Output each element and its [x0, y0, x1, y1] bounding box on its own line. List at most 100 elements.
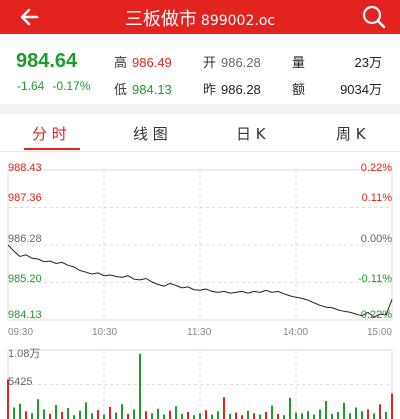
- volume-bar: [187, 412, 189, 419]
- volume-bar: [217, 411, 219, 419]
- price-tick: 984.13: [8, 309, 42, 321]
- time-tick: 10:30: [92, 327, 118, 338]
- volume-bar: [115, 412, 117, 419]
- volume-bar: [145, 411, 147, 419]
- price-change: -1.64 -0.17%: [17, 79, 90, 93]
- volume-bar: [25, 411, 27, 419]
- low-value: 984.13: [132, 82, 172, 97]
- volume-bar: [31, 413, 33, 419]
- index-name: 三板做市: [124, 9, 197, 30]
- volume-bar: [91, 413, 93, 419]
- volume-bar: [109, 406, 111, 419]
- index-code: 899002.oc: [200, 13, 276, 29]
- volume-bar: [157, 408, 159, 419]
- quote-panel: 984.64 -1.64 -0.17% 高 986.49 低 984.13 开 986.…: [0, 34, 400, 104]
- volume-bar: [223, 397, 225, 419]
- volume-bar: [133, 409, 135, 419]
- volume-bar: [367, 409, 369, 419]
- price-tick: 987.36: [8, 192, 42, 204]
- volume-bar: [391, 393, 393, 419]
- amount-value-cell: 9034万: [340, 79, 382, 98]
- volume-bar: [235, 412, 237, 419]
- high-value: 986.49: [132, 55, 172, 70]
- volume-bar: [355, 407, 357, 419]
- time-tick: 09:30: [8, 327, 34, 338]
- active-tab-indicator: [24, 148, 80, 150]
- volume-bar: [205, 410, 207, 419]
- pct-tick: 0.11%: [361, 192, 392, 204]
- prev-close-label: 昨: [203, 82, 217, 97]
- volume-bar: [103, 414, 105, 419]
- open-label: 开: [203, 55, 217, 70]
- page-title: 三板做市 899002.oc: [0, 5, 400, 31]
- current-price: 984.64: [16, 50, 78, 72]
- volume-bar: [265, 412, 267, 419]
- tab-line[interactable]: 线 图: [133, 123, 168, 144]
- chart-tabs: 分 时 线 图 日 K 周 K: [0, 114, 400, 152]
- volume-bar: [43, 409, 45, 419]
- chart-grid: [7, 169, 393, 419]
- price-tick: 988.43: [8, 162, 42, 174]
- time-tick: 11:30: [187, 327, 212, 338]
- high-label: 高: [114, 55, 128, 70]
- prev-close-cell: 昨 986.28: [203, 79, 261, 98]
- volume-bar: [19, 403, 21, 419]
- volume-bar: [73, 415, 75, 419]
- volume-bar: [313, 414, 315, 419]
- volume-bar: [199, 413, 201, 419]
- intraday-chart[interactable]: 988.43 987.36 986.28 985.20 984.13 0.22%…: [0, 152, 400, 419]
- volume-bar: [325, 401, 327, 419]
- search-icon[interactable]: [360, 3, 388, 31]
- section-divider: [0, 104, 400, 114]
- time-tick: 14:00: [283, 327, 309, 338]
- volume-bar: [259, 414, 261, 419]
- volume-bar: [175, 406, 177, 419]
- pct-tick: 0.22%: [360, 162, 392, 174]
- volume-bar: [127, 413, 129, 419]
- volume-bar: [253, 413, 255, 419]
- price-tick: 986.28: [8, 233, 42, 245]
- volume-bar: [139, 353, 141, 419]
- prev-close-value: 986.28: [221, 82, 261, 97]
- volume-bar: [121, 404, 123, 419]
- volume-bar: [337, 412, 339, 419]
- volume-bar: [277, 413, 279, 419]
- volume-bar: [181, 413, 183, 419]
- volume-bar: [295, 412, 297, 419]
- intraday-chart-svg: [7, 169, 393, 419]
- volume-bar: [385, 412, 387, 419]
- pct-tick: 0.00%: [360, 233, 392, 245]
- volume-bar: [241, 415, 243, 419]
- volume-bar: [307, 411, 309, 419]
- volume-bar: [247, 410, 249, 419]
- volume-tick: 1.08万: [8, 348, 41, 360]
- pct-tick: -0.11%: [357, 273, 392, 285]
- tab-weekly-k[interactable]: 周 K: [336, 123, 366, 144]
- volume-bar: [283, 415, 285, 419]
- volume-label-cell: 量: [292, 52, 305, 71]
- volume-tick: 5425: [8, 376, 33, 388]
- volume-bar: [343, 403, 345, 419]
- volume-bar: [379, 404, 381, 419]
- volume-bar: [211, 414, 213, 419]
- price-tick: 985.20: [8, 273, 42, 285]
- tab-intraday[interactable]: 分 时: [32, 123, 67, 144]
- time-tick: 15:00: [366, 327, 392, 338]
- low-cell: 低 984.13: [114, 79, 172, 98]
- volume-bar: [37, 399, 39, 419]
- volume-bar: [193, 415, 195, 419]
- open-value: 986.28: [221, 55, 261, 70]
- volume-bar: [85, 402, 87, 419]
- volume-bar: [271, 405, 273, 419]
- tab-daily-k[interactable]: 日 K: [236, 123, 266, 144]
- volume-value-cell: 23万: [355, 52, 382, 71]
- volume-bar: [61, 412, 63, 419]
- volume-label: 量: [292, 55, 306, 70]
- volume-bar: [229, 413, 231, 419]
- volume-bar: [289, 397, 291, 419]
- volume-bar: [97, 410, 99, 419]
- volume-bar: [349, 413, 351, 419]
- high-cell: 高 986.49: [114, 52, 172, 71]
- volume-bar: [55, 404, 57, 419]
- volume-bar: [49, 413, 51, 419]
